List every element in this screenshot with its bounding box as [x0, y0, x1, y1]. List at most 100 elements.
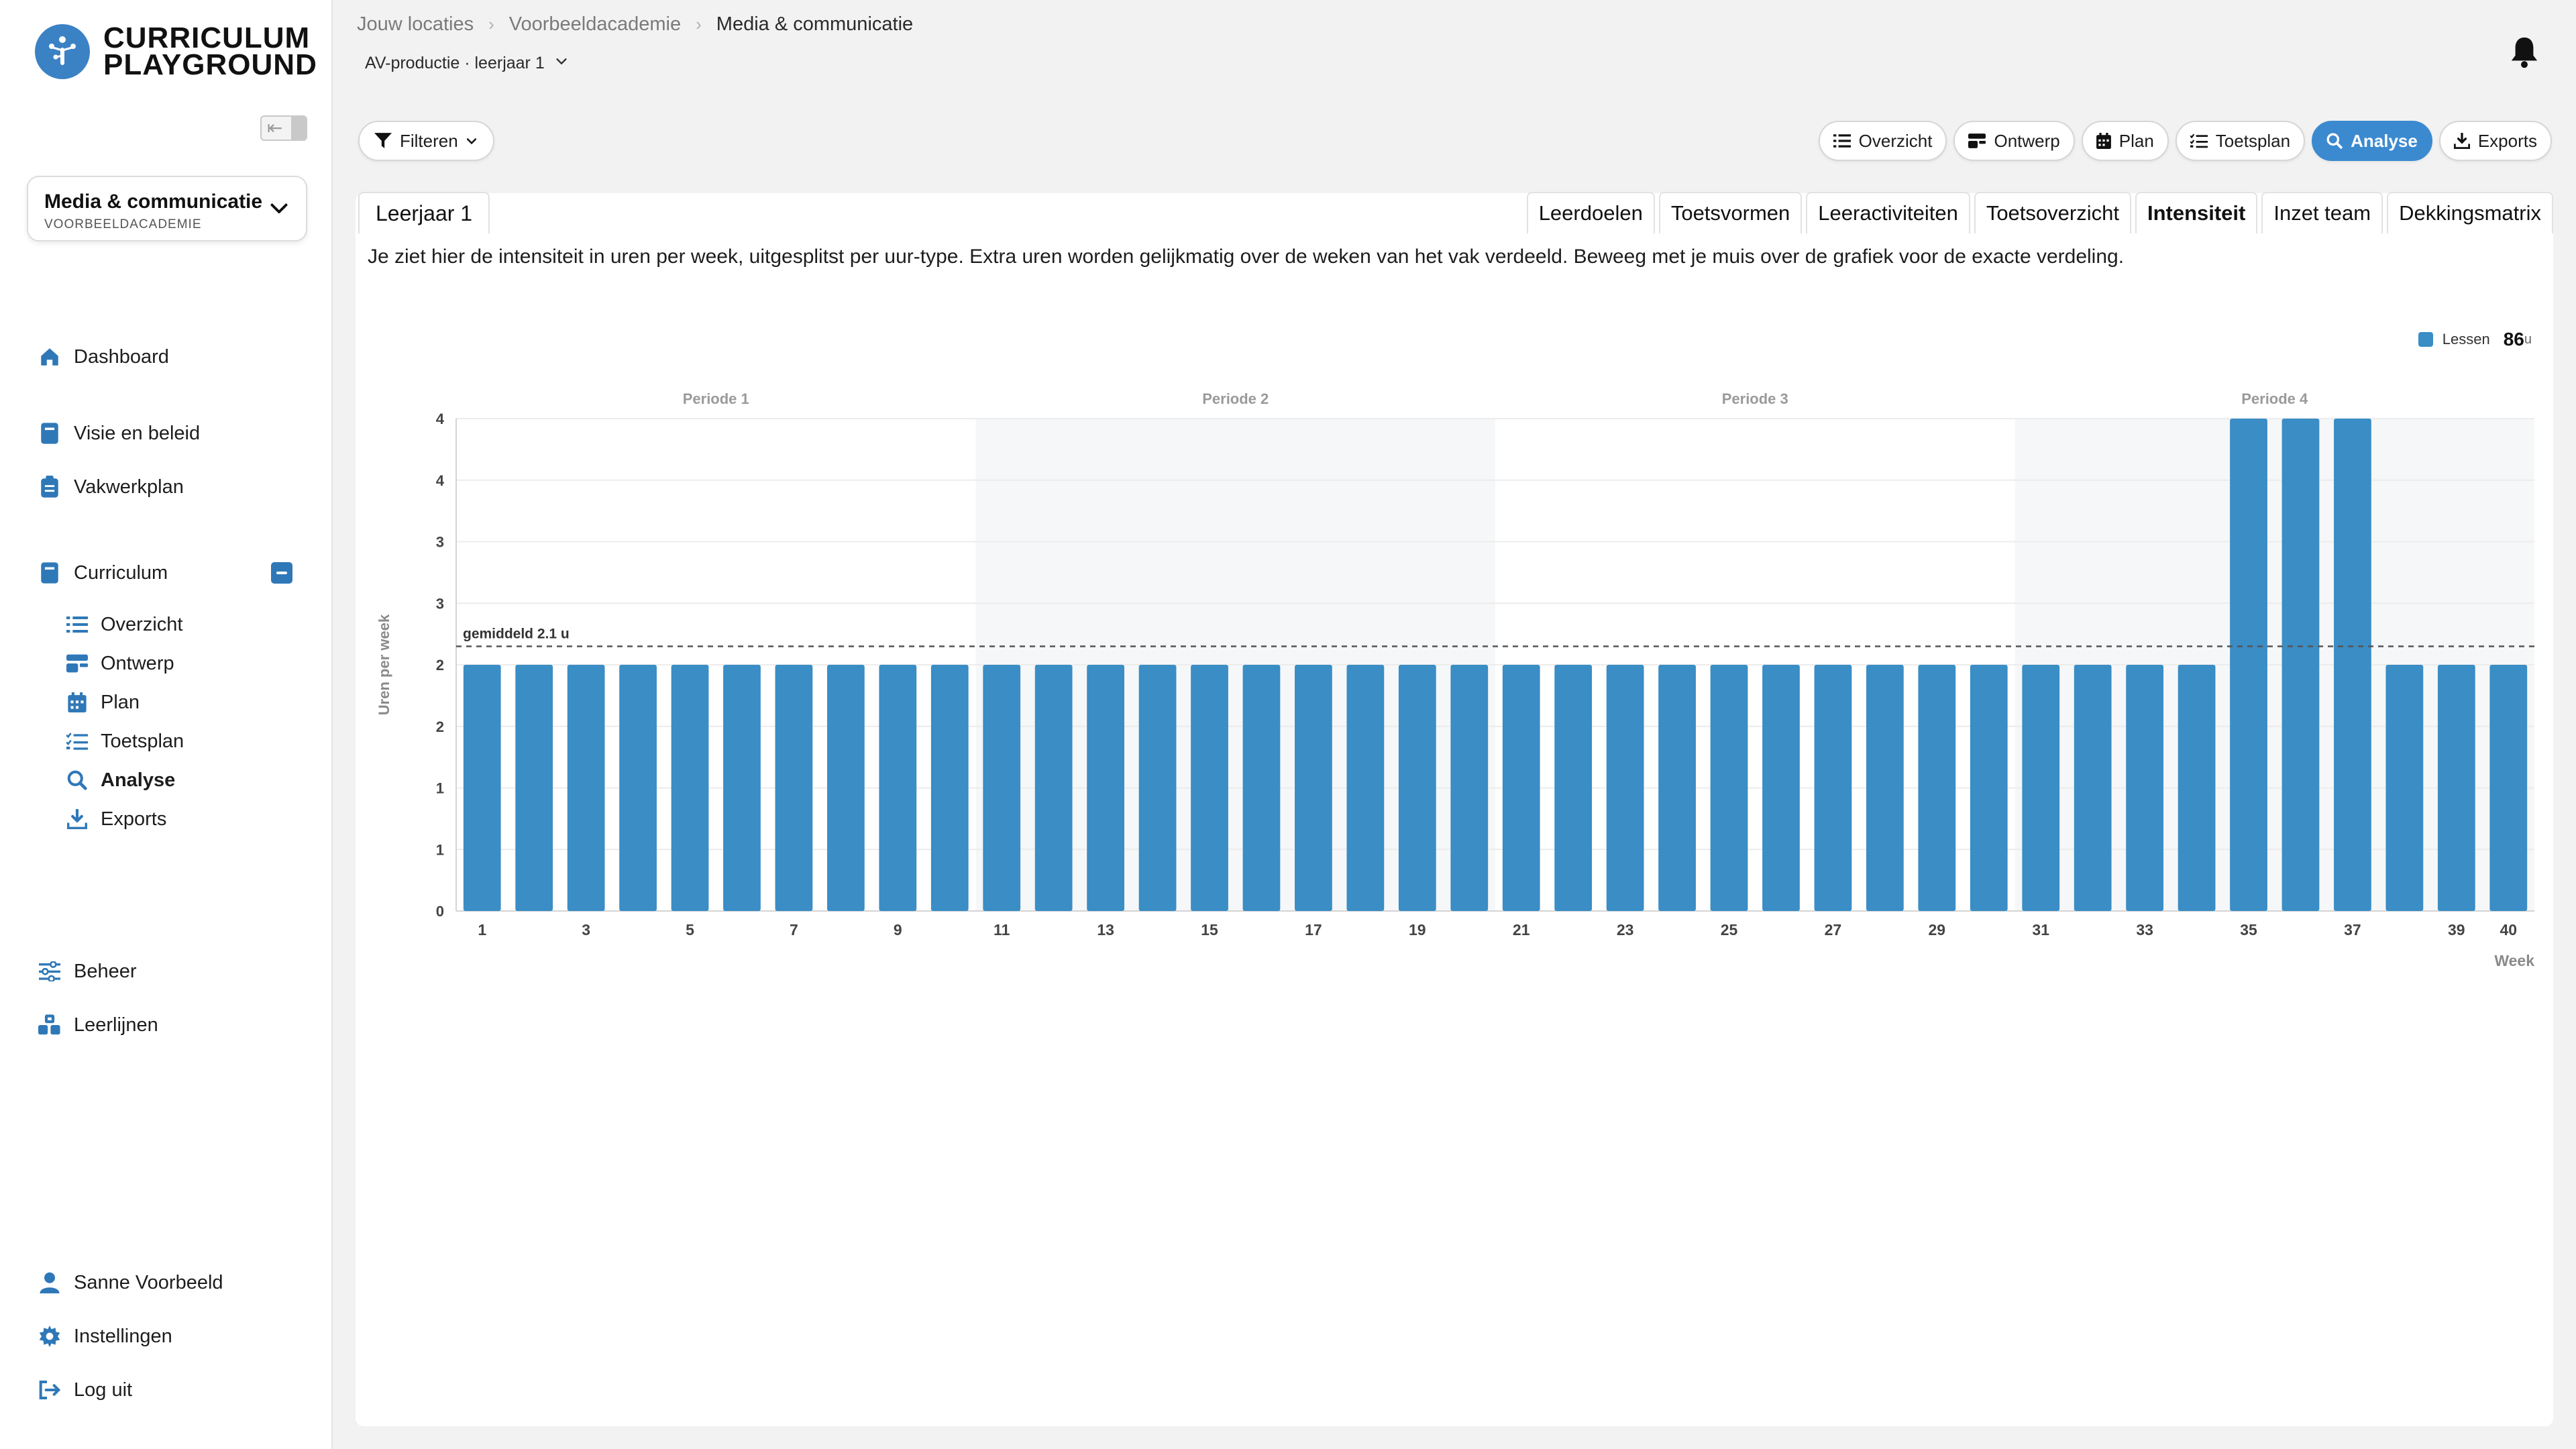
context-sub-select[interactable]: AV-productie · leerjaar 1: [365, 54, 569, 73]
bar-week[interactable]: [2178, 665, 2216, 911]
x-tick-label: 37: [2344, 921, 2361, 938]
bar-week[interactable]: [1450, 665, 1489, 911]
chevron-down-icon: [554, 54, 569, 73]
bar-week[interactable]: [1346, 665, 1385, 911]
y-tick-label: 0: [436, 903, 444, 920]
bar-week[interactable]: [463, 665, 501, 911]
y-tick-label: 2: [436, 718, 444, 735]
bar-week[interactable]: [515, 665, 553, 911]
sidebar-sub-plan[interactable]: Plan: [66, 691, 140, 714]
view-tab-toetsplan[interactable]: Toetsplan: [2175, 121, 2306, 161]
bar-week[interactable]: [2126, 665, 2164, 911]
x-tick-label: 1: [478, 921, 486, 938]
bar-week[interactable]: [983, 665, 1021, 911]
bar-week[interactable]: [2282, 419, 2320, 911]
sidebar-item-instellingen[interactable]: Instellingen: [38, 1324, 172, 1348]
year-tab[interactable]: Leerjaar 1: [358, 192, 490, 233]
bar-week[interactable]: [1242, 665, 1281, 911]
bar-week[interactable]: [1710, 665, 1748, 911]
bar-week[interactable]: [1502, 665, 1540, 911]
sidebar-collapse-button[interactable]: ⇤: [260, 115, 307, 141]
bar-week[interactable]: [2074, 665, 2112, 911]
period-label: Periode 4: [2241, 390, 2308, 407]
sidebar-sub-analyse[interactable]: Analyse: [66, 769, 175, 792]
sidebar-item-curriculum[interactable]: Curriculum: [38, 561, 168, 585]
bar-week[interactable]: [826, 665, 865, 911]
sidebar-item-logout[interactable]: Log uit: [38, 1378, 132, 1402]
sidebar-sub-ontwerp[interactable]: Ontwerp: [66, 652, 174, 675]
intensity-chart[interactable]: Periode 1 Periode 2 Periode 3 Periode 40112…: [362, 315, 2549, 986]
download-icon: [2453, 133, 2470, 149]
gear-icon: [38, 1324, 62, 1348]
bar-week[interactable]: [930, 665, 969, 911]
sidebar-item-beheer[interactable]: Beheer: [38, 959, 137, 983]
tab-dekkingsmatrix[interactable]: Dekkingsmatrix: [2387, 192, 2553, 233]
y-tick-label: 4: [436, 472, 445, 489]
tab-intensiteit[interactable]: Intensiteit: [2135, 192, 2258, 233]
view-tab-analyse[interactable]: Analyse: [2312, 121, 2432, 161]
sidebar-sub-overzicht[interactable]: Overzicht: [66, 613, 182, 636]
sidebar-item-label: Leerlijnen: [74, 1014, 158, 1036]
x-tick-label: 33: [2136, 921, 2153, 938]
bar-week[interactable]: [1918, 665, 1956, 911]
app-logo[interactable]: CURRICULUM PLAYGROUND: [35, 23, 317, 81]
tab-toetsoverzicht[interactable]: Toetsoverzicht: [1974, 192, 2131, 233]
bar-week[interactable]: [2437, 665, 2475, 911]
tab-leerdoelen[interactable]: Leerdoelen: [1526, 192, 1655, 233]
bar-week[interactable]: [567, 665, 605, 911]
app-name-line2: PLAYGROUND: [103, 48, 317, 81]
filter-button[interactable]: Filteren: [358, 121, 494, 161]
bar-week[interactable]: [1658, 665, 1696, 911]
bar-week[interactable]: [1087, 665, 1125, 911]
x-tick-label: 13: [1097, 921, 1114, 938]
sidebar-item-user[interactable]: Sanne Voorbeeld: [38, 1271, 223, 1295]
bar-week[interactable]: [1762, 665, 1800, 911]
sidebar-item-leerlijnen[interactable]: Leerlijnen: [38, 1013, 158, 1037]
sidebar-item-visie[interactable]: Visie en beleid: [38, 421, 200, 445]
bar-week[interactable]: [671, 665, 709, 911]
cubes-icon: [38, 1013, 62, 1037]
y-tick-label: 3: [436, 534, 444, 551]
sidebar-item-vakwerkplan[interactable]: Vakwerkplan: [38, 475, 184, 499]
bar-week[interactable]: [775, 665, 813, 911]
bar-week[interactable]: [1398, 665, 1436, 911]
bar-week[interactable]: [1970, 665, 2008, 911]
view-tab-exports[interactable]: Exports: [2438, 121, 2552, 161]
view-tab-ontwerp[interactable]: Ontwerp: [1953, 121, 2075, 161]
tab-toetsvormen[interactable]: Toetsvormen: [1658, 192, 1803, 233]
x-tick-label: 7: [790, 921, 798, 938]
bar-week[interactable]: [1554, 665, 1593, 911]
bar-week[interactable]: [2022, 665, 2060, 911]
bar-week[interactable]: [1034, 665, 1073, 911]
view-tab-plan[interactable]: Plan: [2081, 121, 2169, 161]
bar-week[interactable]: [2230, 419, 2267, 911]
sidebar-sub-toetsplan[interactable]: Toetsplan: [66, 730, 184, 753]
breadcrumb-item[interactable]: Voorbeeldacademie: [509, 13, 681, 36]
bar-week[interactable]: [2334, 419, 2371, 911]
bar-week[interactable]: [1814, 665, 1852, 911]
bar-week[interactable]: [879, 665, 917, 911]
sidebar-sub-label: Analyse: [101, 769, 176, 791]
context-select[interactable]: Media & communicatie VOORBEELDACADEMIE: [27, 176, 307, 241]
sidebar-item-dashboard[interactable]: Dashboard: [38, 345, 169, 369]
chevron-down-icon: [267, 196, 291, 223]
bar-week[interactable]: [619, 665, 657, 911]
bar-week[interactable]: [723, 665, 761, 911]
tab-inzet-team[interactable]: Inzet team: [2261, 192, 2383, 233]
bar-week[interactable]: [1866, 665, 1904, 911]
bar-week[interactable]: [1191, 665, 1228, 911]
collapse-curriculum-icon[interactable]: [271, 562, 292, 584]
view-tab-overzicht[interactable]: Overzicht: [1818, 121, 1947, 161]
bar-week[interactable]: [1138, 665, 1177, 911]
tab-leeractiviteiten[interactable]: Leeractiviteiten: [1806, 192, 1970, 233]
x-tick-label: 40: [2500, 921, 2517, 938]
bar-week[interactable]: [2489, 665, 2528, 911]
sidebar-sub-exports[interactable]: Exports: [66, 808, 166, 830]
bell-icon[interactable]: [2509, 35, 2540, 72]
x-tick-label: 3: [582, 921, 590, 938]
bar-week[interactable]: [2385, 665, 2424, 911]
bar-week[interactable]: [1295, 665, 1332, 911]
bar-week[interactable]: [1606, 665, 1644, 911]
download-icon: [66, 808, 89, 830]
breadcrumb-item[interactable]: Jouw locaties: [357, 13, 474, 36]
